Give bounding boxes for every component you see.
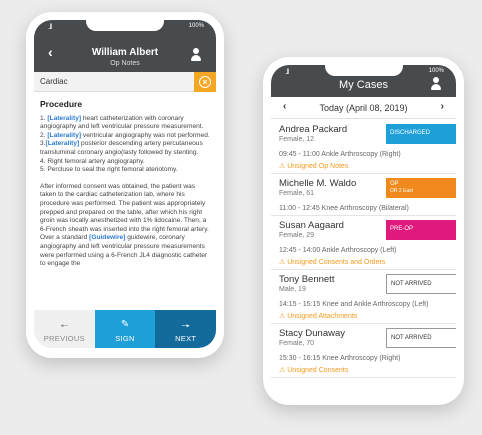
procedure-time: 14:15 - 15:15 Knee and Ankle Arthroscopy… bbox=[279, 301, 429, 308]
phone-notch bbox=[86, 20, 164, 31]
laterality-tag[interactable]: [Laterality] bbox=[47, 115, 81, 122]
warning-icon: ⚠ bbox=[279, 367, 286, 374]
status-badge: NOT ARRIVED bbox=[386, 328, 456, 348]
my-cases-header: ..ll 100% My Cases bbox=[271, 65, 456, 97]
op-notes-phone: ..ll 100% ‹ William Albert Op Notes Card… bbox=[26, 12, 224, 358]
page-title: My Cases bbox=[339, 79, 388, 91]
battery-indicator: 100% bbox=[188, 23, 204, 29]
status-badge: DISCHARGED bbox=[386, 124, 456, 144]
case-item[interactable]: Tony Bennett Male, 19 14:15 - 15:15 Knee… bbox=[271, 270, 456, 324]
battery-indicator: 100% bbox=[428, 68, 444, 74]
pen-icon: ✎ bbox=[120, 319, 130, 330]
procedure-step: 1. [Laterality] heart catheterization wi… bbox=[40, 114, 204, 131]
warning-icon: ⚠ bbox=[279, 163, 286, 170]
search-field[interactable]: Cardiac × bbox=[34, 72, 216, 92]
current-date: Today (April 08, 2019) bbox=[319, 103, 408, 113]
status-badge: PRE-OP bbox=[386, 220, 456, 240]
status-bar: ..ll 100% bbox=[34, 20, 216, 34]
case-alert: ⚠ Unsigned Consents and Orders bbox=[279, 259, 386, 266]
clear-search-button[interactable]: × bbox=[194, 72, 216, 92]
procedure-step: 3.[Laterality] posterior descending arte… bbox=[40, 140, 203, 156]
procedure-time: 12:45 - 14:00 Ankle Arthroscopy (Left) bbox=[279, 247, 397, 254]
next-day-button[interactable]: › bbox=[441, 101, 444, 112]
user-icon[interactable] bbox=[430, 77, 442, 91]
op-notes-header: ..ll 100% ‹ William Albert Op Notes bbox=[34, 20, 216, 72]
procedure-time: 11:00 - 12:45 Knee Arthroscopy (Bilatera… bbox=[279, 205, 409, 212]
next-button[interactable]: 🠖 NEXT bbox=[155, 310, 216, 348]
case-item[interactable]: Stacy Dunaway Female, 70 15:30 - 16:15 K… bbox=[271, 324, 456, 378]
bottom-nav: 🠔 PREVIOUS ✎ SIGN 🠖 NEXT bbox=[34, 310, 216, 348]
laterality-tag[interactable]: [Laterality] bbox=[46, 140, 80, 147]
procedure-step: 2. [Laterality] ventricular angiography … bbox=[40, 131, 210, 139]
search-value: Cardiac bbox=[40, 77, 68, 86]
case-item[interactable]: Andrea Packard Female, 12 09:45 - 11:00 … bbox=[271, 120, 456, 174]
patient-name: William Albert bbox=[91, 47, 159, 58]
status-badge: OP OR 2 East bbox=[386, 178, 456, 198]
case-alert: ⚠ Unsigned Consents bbox=[279, 367, 349, 374]
previous-button[interactable]: 🠔 PREVIOUS bbox=[34, 310, 95, 348]
procedure-narrative: After informed consent was obtained, the… bbox=[40, 182, 209, 268]
case-alert: ⚠ Unsigned Attachments bbox=[279, 313, 358, 320]
arrow-left-icon: 🠔 bbox=[59, 321, 69, 332]
arrow-right-icon: 🠖 bbox=[181, 321, 191, 332]
signal-icon: ..ll bbox=[48, 24, 52, 31]
procedure-list: 1. [Laterality] heart catheterization wi… bbox=[40, 115, 212, 175]
signal-icon: ..ll bbox=[285, 69, 289, 76]
case-item[interactable]: Michelle M. Waldo Female, 61 11:00 - 12:… bbox=[271, 174, 456, 216]
procedure-step: 4. Right femoral artery angiography. bbox=[40, 157, 145, 165]
case-alert: ⚠ Unsigned Op Notes bbox=[279, 163, 349, 170]
procedure-heading: Procedure bbox=[40, 100, 83, 109]
status-bar: ..ll 100% bbox=[271, 65, 456, 79]
user-icon[interactable] bbox=[190, 48, 202, 62]
guidewire-tag[interactable]: [Guidewire] bbox=[89, 234, 125, 241]
procedure-time: 09:45 - 11:00 Ankle Arthroscopy (Right) bbox=[279, 151, 401, 158]
case-item[interactable]: Susan Aagaard Female, 29 12:45 - 14:00 A… bbox=[271, 216, 456, 270]
op-note-content: Procedure 1. [Laterality] heart catheter… bbox=[40, 100, 212, 306]
procedure-time: 15:30 - 16:15 Knee Arthroscopy (Right) bbox=[279, 355, 401, 362]
page-subtitle: Op Notes bbox=[110, 60, 140, 67]
sign-button[interactable]: ✎ SIGN bbox=[94, 310, 156, 348]
status-badge: NOT ARRIVED bbox=[386, 274, 456, 294]
warning-icon: ⚠ bbox=[279, 259, 286, 266]
my-cases-phone: ..ll 100% My Cases ‹ Today (April 08, 20… bbox=[263, 57, 464, 405]
warning-icon: ⚠ bbox=[279, 313, 286, 320]
laterality-tag[interactable]: [Laterality] bbox=[47, 132, 81, 139]
procedure-step: 5. Percluse to seal the right femoral at… bbox=[40, 166, 178, 174]
close-icon: × bbox=[199, 76, 211, 88]
case-list: Andrea Packard Female, 12 09:45 - 11:00 … bbox=[271, 120, 456, 378]
date-navigator: ‹ Today (April 08, 2019) › bbox=[271, 97, 456, 119]
phone-notch bbox=[324, 65, 403, 76]
